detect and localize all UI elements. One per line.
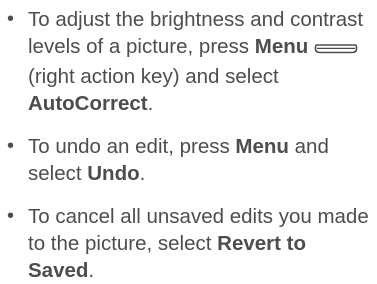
item-punct: . xyxy=(139,162,146,185)
menu-key-label: Menu xyxy=(235,135,289,158)
item-text-cont: (right action key) and select xyxy=(28,65,279,88)
instruction-list: • To adjust the brightness and contrast … xyxy=(0,0,377,284)
bullet: • xyxy=(7,135,15,157)
list-item-brightness: • To adjust the brightness and contrast … xyxy=(0,6,377,117)
undo-label: Undo xyxy=(87,162,140,185)
item-text: To cancel all unsaved edits you made to … xyxy=(28,205,369,255)
autocorrect-label: AutoCorrect xyxy=(28,92,148,115)
menu-key-icon xyxy=(314,36,358,63)
item-text: To undo an edit, press xyxy=(28,135,236,158)
item-text: To adjust the brightness and contrast le… xyxy=(28,8,364,58)
list-item-revert: • To cancel all unsaved edits you made t… xyxy=(0,203,377,284)
bullet: • xyxy=(7,8,15,30)
menu-key-label: Menu xyxy=(254,35,309,58)
item-punct: . xyxy=(147,92,154,115)
item-punct: . xyxy=(88,259,95,282)
bullet: • xyxy=(7,205,15,227)
list-item-undo: • To undo an edit, press Menu and select… xyxy=(0,133,377,187)
